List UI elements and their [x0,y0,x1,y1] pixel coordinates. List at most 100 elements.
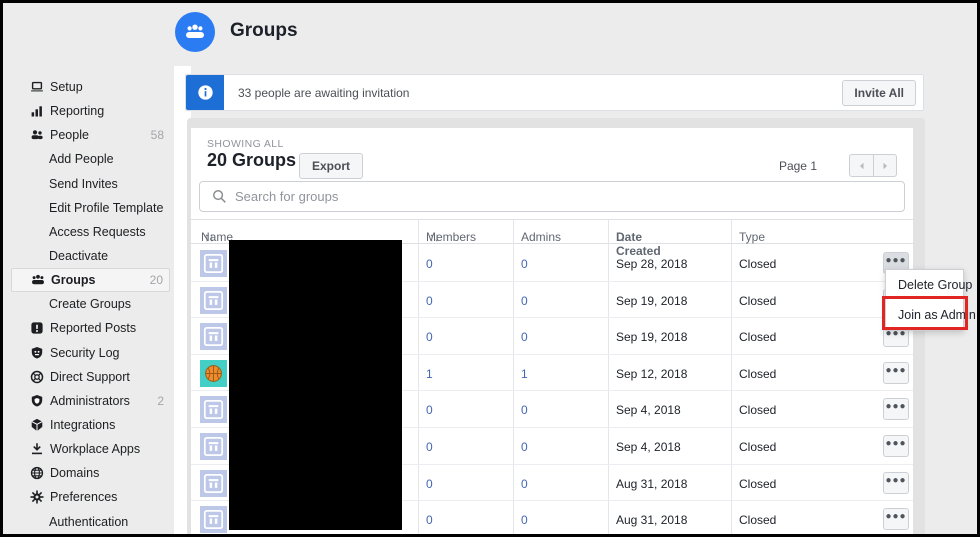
search-input[interactable] [235,189,904,204]
sidebar-item-direct-support[interactable]: Direct Support [11,365,170,389]
export-button[interactable]: Export [299,153,364,179]
sidebar-item-security-log[interactable]: Security Log [11,341,170,365]
sidebar-item-label: Setup [50,80,83,95]
members-count-link[interactable]: 0 [426,403,433,417]
sidebar-item-label: Security Log [50,345,120,360]
group-avatar-tile [197,283,230,317]
row-actions-ellipsis-button[interactable]: ●●● [883,471,909,494]
admins-count-link[interactable]: 0 [521,440,528,454]
menu-item-delete-group[interactable]: Delete Group [886,270,972,300]
sidebar-item-label: Create Groups [49,297,131,312]
building-avatar-icon [200,323,227,351]
sidebar-item-count: 58 [150,128,164,143]
admins-count-link[interactable]: 0 [521,330,528,344]
bar-chart-icon [29,104,44,119]
security-log-icon [29,345,44,360]
group-type-cell: Closed [739,403,777,418]
building-avatar-icon [200,396,227,424]
building-avatar-icon [200,250,227,277]
date-created-cell: Sep 19, 2018 [616,293,688,308]
sort-icon: ↑↓ [429,230,440,244]
date-created-cell: Aug 31, 2018 [616,513,688,528]
sidebar-item-workplace-apps[interactable]: Workplace Apps [11,437,170,461]
admins-count-link[interactable]: 0 [521,257,528,271]
sidebar-item-add-people[interactable]: Add People [11,147,170,171]
group-avatar-tile [197,320,230,354]
row-actions-ellipsis-button[interactable]: ●●● [883,361,909,384]
sidebar-item-create-groups[interactable]: Create Groups [11,292,170,316]
members-count-link[interactable]: 0 [426,330,433,344]
members-count-link[interactable]: 0 [426,257,433,271]
admins-count-link[interactable]: 0 [521,477,528,491]
sidebar-item-label: Workplace Apps [50,442,141,457]
admins-count-link[interactable]: 0 [521,513,528,527]
building-avatar-icon [200,432,227,460]
group-type-cell: Closed [739,257,777,271]
building-avatar-icon [200,469,227,497]
group-type-cell: Closed [739,330,777,345]
sidebar-item-edit-profile-template[interactable]: Edit Profile Template [11,196,170,220]
date-created-cell: Aug 31, 2018 [616,476,688,491]
sort-desc-icon: ↓ [620,230,626,244]
sidebar-item-reporting[interactable]: Reporting [11,99,170,123]
sidebar-item-preferences[interactable]: Preferences [11,485,170,509]
row-actions-ellipsis-button[interactable]: ●●● [883,398,909,421]
row-actions-ellipsis-button[interactable]: ●●● [883,434,909,457]
sidebar-item-access-requests[interactable]: Access Requests [11,220,170,244]
members-count-link[interactable]: 0 [426,513,433,527]
group-avatar-tile [197,356,230,390]
sidebar-item-label: Domains [50,466,100,481]
row-actions-ellipsis-button[interactable]: ●●● [883,508,909,531]
sidebar-item-administrators[interactable]: Administrators 2 [11,389,170,413]
sidebar-item-reported-posts[interactable]: Reported Posts [11,316,170,340]
domains-icon [29,466,44,481]
basketball-avatar-icon [200,359,227,387]
sidebar-item-groups[interactable]: Groups 20 [11,268,170,293]
sidebar-item-send-invites[interactable]: Send Invites [11,172,170,196]
group-type-cell: Closed [739,513,777,528]
sidebar-item-deactivate[interactable]: Deactivate [11,244,170,268]
sidebar-item-count: 2 [157,393,164,408]
chevron-right-icon [883,162,888,169]
people-icon [29,128,44,143]
page-indicator: Page 1 [778,159,817,173]
sidebar-item-authentication[interactable]: Authentication [11,510,170,534]
sidebar-item-people[interactable]: People 58 [11,123,170,147]
sidebar-item-domains[interactable]: Domains [11,461,170,485]
showing-all-label: SHOWING ALL [207,138,284,150]
group-count-title: 20 Groups [207,150,297,170]
sidebar-item-integrations[interactable]: Integrations [11,413,170,437]
workplace-apps-icon [29,442,44,457]
sidebar-item-label: Access Requests [49,224,146,239]
sidebar-item-setup[interactable]: Setup [11,75,170,99]
invitation-banner: 33 people are awaiting invitation Invite… [185,74,924,111]
sidebar-item-label: Integrations [50,418,116,433]
sidebar-item-label: Direct Support [50,369,130,384]
members-count-link[interactable]: 0 [426,440,433,454]
group-type-cell: Closed [739,293,777,308]
building-avatar-icon [200,286,227,314]
sidebar-item-label: Edit Profile Template [49,200,164,215]
sidebar-item-label: Administrators [50,393,130,408]
sidebar-item-label: Add People [49,152,114,167]
members-count-link[interactable]: 0 [426,294,433,308]
sidebar-item-label: Preferences [50,490,118,505]
admins-count-link[interactable]: 0 [521,403,528,417]
members-count-link[interactable]: 1 [426,367,433,381]
date-created-cell: Sep 12, 2018 [616,366,688,381]
sidebar-item-label: Reported Posts [50,321,137,336]
sidebar-item-label: People [50,128,89,143]
menu-item-join-as-admin[interactable]: Join as Admin [886,300,976,330]
sidebar-item-count: 20 [149,273,163,288]
sort-icon: ↑↓ [204,230,215,244]
members-count-link[interactable]: 0 [426,477,433,491]
date-created-cell: Sep 28, 2018 [616,257,688,271]
sidebar: Setup Reporting People 58 Add People Sen… [3,75,174,534]
admins-count-link[interactable]: 1 [521,367,528,381]
page-next-button[interactable] [873,154,897,177]
admins-count-link[interactable]: 0 [521,294,528,308]
group-type-cell: Closed [739,366,777,381]
invite-all-button[interactable]: Invite All [842,79,916,106]
groups-page-icon [175,12,215,52]
page-prev-button[interactable] [849,154,873,177]
